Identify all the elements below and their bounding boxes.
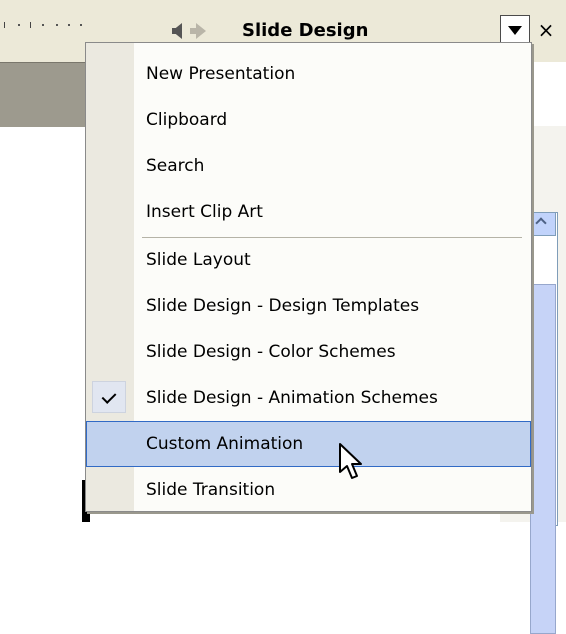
back-arrow-icon[interactable] xyxy=(172,23,182,39)
chevron-down-icon xyxy=(508,26,522,35)
scroll-up-button[interactable] xyxy=(530,212,556,236)
menu-item-new-presentation[interactable]: New Presentation xyxy=(86,51,531,97)
menu-item-search[interactable]: Search xyxy=(86,143,531,189)
menu-item-label: Slide Layout xyxy=(146,250,251,270)
menu-item-label: Clipboard xyxy=(146,110,228,130)
forward-arrow-icon[interactable] xyxy=(190,23,206,39)
menu-item-slide-design-animation-schemes[interactable]: Slide Design - Animation Schemes xyxy=(86,375,531,421)
menu-item-label: Slide Design - Animation Schemes xyxy=(146,388,438,408)
menu-item-insert-clip-art[interactable]: Insert Clip Art xyxy=(86,189,531,235)
menu-item-label: Search xyxy=(146,156,205,176)
slide-area-gray-bar xyxy=(0,62,86,127)
menu-item-slide-transition[interactable]: Slide Transition xyxy=(86,467,531,513)
mouse-pointer-icon xyxy=(339,443,362,479)
menu-item-label: Slide Design - Design Templates xyxy=(146,296,420,316)
close-icon[interactable]: × xyxy=(536,15,556,45)
scrollbar-thumb[interactable] xyxy=(530,284,556,634)
menu-item-label: Slide Design - Color Schemes xyxy=(146,342,396,362)
menu-item-slide-design-templates[interactable]: Slide Design - Design Templates xyxy=(86,283,531,329)
task-pane-title: Slide Design xyxy=(242,20,369,41)
menu-item-label: Slide Transition xyxy=(146,480,276,500)
task-pane-dropdown-button[interactable] xyxy=(500,15,530,45)
checkmark-icon xyxy=(101,389,117,404)
menu-item-clipboard[interactable]: Clipboard xyxy=(86,97,531,143)
menu-item-slide-layout[interactable]: Slide Layout xyxy=(86,237,531,283)
menu-item-slide-design-color-schemes[interactable]: Slide Design - Color Schemes xyxy=(86,329,531,375)
menu-item-label: Custom Animation xyxy=(146,434,304,454)
menu-item-label: New Presentation xyxy=(146,64,296,84)
menu-item-custom-animation[interactable]: Custom Animation xyxy=(86,421,531,467)
ruler xyxy=(0,22,86,32)
task-pane-menu: New Presentation Clipboard Search Insert… xyxy=(85,42,532,512)
menu-item-label: Insert Clip Art xyxy=(146,202,263,222)
checkmark-box xyxy=(92,381,126,413)
